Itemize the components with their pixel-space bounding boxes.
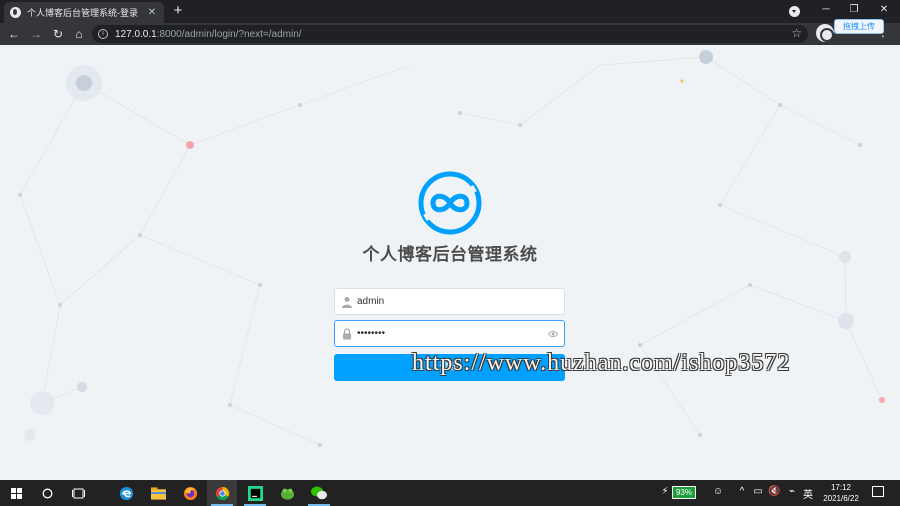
edge-icon[interactable] [111,480,141,506]
browser-tab[interactable]: 个人博客后台管理系统-登录 ✕ [4,2,164,23]
restore-button[interactable]: ❐ [840,0,868,20]
username-field[interactable] [334,288,565,315]
system-title: 个人博客后台管理系统 [362,245,538,264]
page-viewport: 个人博客后台管理系统 登录 https://www.huzhan.com/ish… [0,45,900,480]
menu-icon[interactable]: ⋮ [876,24,890,40]
wechat-icon[interactable] [304,480,334,506]
task-view-icon[interactable] [64,480,92,506]
info-icon[interactable]: i [98,29,108,39]
browser-tabstrip: 个人博客后台管理系统-登录 ✕ + ─ ❐ ✕ [0,0,900,23]
tab-favicon-icon [10,7,21,18]
password-field[interactable] [334,320,565,347]
pycharm-icon[interactable] [240,480,270,506]
logo-infinity-icon [418,171,482,235]
cortana-icon[interactable] [33,480,61,506]
back-icon[interactable]: ← [5,25,23,43]
clock-date: 2021/6/22 [823,494,859,503]
watermark-text: https://www.huzhan.com/ishop3572 [412,350,791,376]
home-icon[interactable]: ⌂ [70,25,88,43]
frog-app-icon[interactable] [272,480,302,506]
volume-muted-icon[interactable]: 🔇 [768,486,780,497]
eye-icon[interactable] [548,329,558,339]
user-icon [342,296,352,308]
password-input[interactable] [357,328,547,339]
battery-tray-icon[interactable]: ▭ [752,486,764,497]
url-text: 127.0.0.1:8000/admin/login/?next=/admin/ [115,28,302,40]
file-explorer-icon[interactable] [143,480,173,506]
tray-chevron-icon[interactable]: ^ [736,486,748,497]
cloud-extension-icon[interactable] [816,24,834,42]
firefox-icon[interactable] [175,480,205,506]
power-plug-icon[interactable]: ⚡ [659,486,671,497]
address-bar[interactable]: i 127.0.0.1:8000/admin/login/?next=/admi… [92,25,808,43]
people-icon[interactable]: ☺ [712,486,724,497]
tab-close-icon[interactable]: ✕ [146,7,158,18]
browser-toolbar: ← → ↻ ⌂ i 127.0.0.1:8000/admin/login/?ne… [0,19,900,45]
forward-icon[interactable]: → [27,25,45,43]
clock-time: 17:12 [830,483,852,492]
username-input[interactable] [357,296,547,307]
notification-icon[interactable] [872,486,884,497]
lock-icon [343,327,351,339]
network-icon[interactable]: ⌁ [786,486,798,497]
star-icon[interactable]: ☆ [791,26,802,40]
windows-start-icon[interactable] [0,480,32,506]
input-method-indicator[interactable]: 英 [802,486,814,501]
system-clock[interactable]: 17:12 2021/6/22 [818,482,864,504]
close-window-button[interactable]: ✕ [870,0,898,20]
chrome-icon[interactable] [207,480,237,506]
tab-title: 个人博客后台管理系统-登录 [27,8,138,18]
minimize-button[interactable]: ─ [812,0,840,20]
windows-taskbar: ⚡ 93% ☺ ^ ▭ 🔇 ⌁ 英 17:12 2021/6/22 [0,480,900,506]
tab-search-icon[interactable] [789,6,800,17]
new-tab-button[interactable]: + [170,2,186,20]
battery-indicator[interactable]: 93% [672,486,696,499]
reload-icon[interactable]: ↻ [49,25,67,43]
